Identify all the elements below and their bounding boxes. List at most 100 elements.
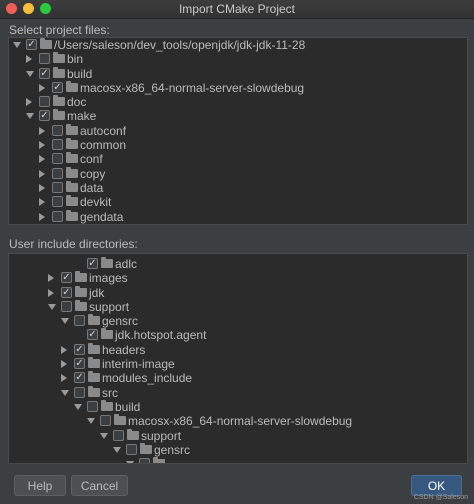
expand-down-arrow-icon[interactable] [74, 403, 82, 410]
tree-row[interactable]: ✓ make [9, 109, 467, 123]
item-checkbox[interactable] [39, 96, 50, 108]
expand-down-arrow-icon[interactable] [87, 418, 95, 425]
item-checkbox[interactable]: ✓ [61, 272, 72, 284]
tree-row[interactable]: doc [9, 95, 467, 109]
folder-icon [140, 442, 152, 454]
tree-row[interactable]: gensrc [9, 442, 467, 457]
expand-right-arrow-icon[interactable] [39, 198, 45, 207]
item-checkbox[interactable] [113, 429, 124, 441]
item-label: macosx-x86_64-normal-server-slowdebug [80, 80, 305, 95]
tree-row[interactable]: support [9, 428, 467, 443]
item-checkbox[interactable]: ✓ [52, 81, 63, 93]
cancel-button[interactable]: Cancel [71, 475, 128, 496]
include-dirs-tree[interactable]: ✓ adlc ✓ images ✓ jdk support gensrc ✓ jdk.hotspo… [8, 253, 468, 464]
expand-down-arrow-icon[interactable] [61, 389, 69, 396]
item-checkbox[interactable] [52, 124, 63, 136]
item-label: jdk [89, 285, 105, 300]
item-checkbox[interactable] [39, 53, 50, 65]
item-checkbox[interactable] [87, 400, 98, 412]
tree-row[interactable]: ✓ headers [9, 342, 467, 357]
expand-right-arrow-icon[interactable] [39, 169, 45, 178]
tree-row[interactable]: ✓ images [9, 271, 467, 285]
expand-right-arrow-icon[interactable] [48, 288, 54, 297]
item-checkbox[interactable]: ✓ [39, 67, 50, 79]
expand-down-arrow-icon[interactable] [48, 303, 56, 310]
tree-row[interactable]: gensrc [9, 223, 467, 225]
item-checkbox[interactable] [61, 300, 72, 312]
item-checkbox[interactable]: ✓ [26, 39, 37, 50]
tree-row[interactable]: ✓ interim-image [9, 357, 467, 371]
expand-right-arrow-icon[interactable] [61, 374, 67, 383]
tree-row[interactable]: ✓ modules_include [9, 371, 467, 385]
project-files-tree[interactable]: ✓ /Users/saleson/dev_tools/openjdk/jdk-jd… [8, 37, 468, 225]
tree-row[interactable]: common [9, 138, 467, 152]
expand-right-arrow-icon[interactable] [39, 126, 45, 135]
item-checkbox[interactable]: ✓ [87, 258, 98, 269]
expand-down-arrow-icon[interactable] [13, 42, 21, 48]
expand-down-arrow-icon[interactable] [126, 461, 134, 463]
tree-row[interactable]: ✓ jdk [9, 285, 467, 300]
expand-down-arrow-icon[interactable] [113, 446, 121, 453]
item-checkbox[interactable] [52, 210, 63, 222]
folder-icon [66, 166, 78, 178]
tree-row[interactable]: macosx-x86_64-normal-server-slowdebug [9, 414, 467, 428]
item-label: gensrc [80, 224, 116, 225]
tree-row[interactable]: autoconf [9, 123, 467, 138]
expand-right-arrow-icon[interactable] [26, 55, 32, 64]
folder-icon [101, 328, 113, 340]
item-checkbox[interactable]: ✓ [39, 110, 50, 122]
expand-right-arrow-icon[interactable] [39, 155, 45, 164]
item-checkbox[interactable] [74, 386, 85, 398]
item-label: macosx-x86_64-normal-server-slowdebug [128, 414, 353, 429]
expand-right-arrow-icon[interactable] [26, 98, 32, 107]
tree-row[interactable]: ✓ adlc [9, 257, 467, 271]
item-label: conf [80, 152, 103, 167]
tree-row[interactable]: ✓ macosx-x86_64-normal-server-slowdebug [9, 80, 467, 95]
tree-row[interactable]: ✓ jdk.hotspot.agent [9, 328, 467, 342]
item-checkbox[interactable]: ✓ [74, 358, 85, 370]
item-checkbox[interactable]: ✓ [61, 286, 72, 298]
project-files-label: Select project files: [9, 23, 110, 37]
tree-row[interactable]: build [9, 399, 467, 414]
item-checkbox[interactable]: ✓ [74, 343, 85, 355]
tree-row[interactable]: ✓ /Users/saleson/dev_tools/openjdk/jdk-jd… [9, 38, 467, 52]
expand-right-arrow-icon[interactable] [39, 141, 45, 150]
item-checkbox[interactable] [100, 415, 111, 427]
tree-row[interactable]: data [9, 180, 467, 195]
expand-right-arrow-icon[interactable] [48, 274, 54, 283]
tree-row[interactable]: gendata [9, 209, 467, 224]
item-checkbox[interactable] [139, 458, 150, 463]
expand-down-arrow-icon[interactable] [100, 432, 108, 439]
item-label: images [89, 271, 128, 286]
item-checkbox[interactable] [52, 196, 63, 208]
expand-right-arrow-icon[interactable] [61, 345, 67, 354]
expand-right-arrow-icon[interactable] [39, 183, 45, 192]
help-button[interactable]: Help [14, 475, 66, 496]
ok-button[interactable]: OK [411, 475, 462, 496]
expand-right-arrow-icon[interactable] [39, 83, 45, 92]
tree-row[interactable]: support [9, 299, 467, 314]
tree-row[interactable]: gensrc [9, 314, 467, 328]
item-checkbox[interactable] [52, 167, 63, 179]
tree-row[interactable]: ✓ build [9, 66, 467, 81]
item-label: autoconf [80, 123, 127, 138]
tree-row[interactable]: copy [9, 166, 467, 181]
expand-down-arrow-icon[interactable] [26, 113, 34, 120]
expand-down-arrow-icon[interactable] [61, 318, 69, 325]
tree-row[interactable]: src [9, 385, 467, 400]
item-checkbox[interactable] [74, 315, 85, 327]
item-checkbox[interactable]: ✓ [74, 372, 85, 384]
item-checkbox[interactable] [52, 139, 63, 151]
item-checkbox[interactable] [52, 153, 63, 165]
item-checkbox[interactable] [126, 443, 137, 455]
expand-right-arrow-icon[interactable] [39, 212, 45, 221]
tree-row[interactable] [9, 457, 467, 463]
tree-row[interactable]: devkit [9, 195, 467, 209]
item-checkbox[interactable]: ✓ [87, 329, 98, 341]
expand-right-arrow-icon[interactable] [61, 360, 67, 369]
tree-row[interactable]: bin [9, 52, 467, 66]
folder-icon [66, 123, 78, 135]
expand-down-arrow-icon[interactable] [26, 70, 34, 77]
tree-row[interactable]: conf [9, 152, 467, 166]
item-checkbox[interactable] [52, 181, 63, 193]
